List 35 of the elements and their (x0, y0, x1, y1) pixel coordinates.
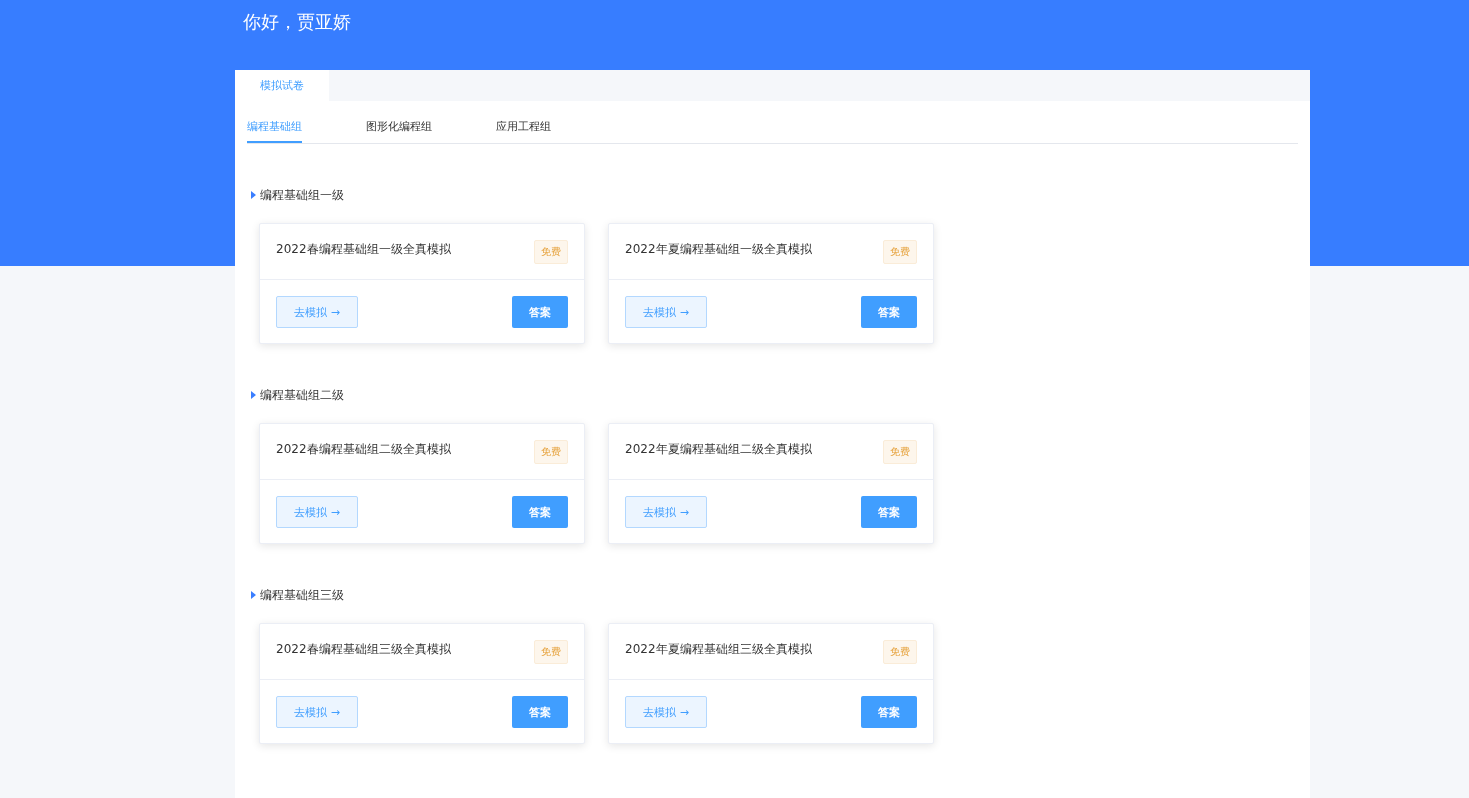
free-badge: 免费 (883, 639, 917, 664)
exam-title: 2022年夏编程基础组三级全真模拟 (625, 641, 812, 658)
start-button[interactable]: 去模拟 → (276, 496, 358, 528)
triangle-icon (251, 591, 256, 599)
free-badge: 免费 (883, 439, 917, 464)
start-button[interactable]: 去模拟 → (276, 296, 358, 328)
triangle-icon (251, 391, 256, 399)
free-badge: 免费 (534, 239, 568, 264)
start-button[interactable]: 去模拟 → (276, 696, 358, 728)
free-badge: 免费 (883, 239, 917, 264)
subtab[interactable]: 图形化编程组 (366, 119, 432, 143)
answer-button[interactable]: 答案 (861, 296, 917, 328)
start-button[interactable]: 去模拟 → (625, 696, 707, 728)
answer-button[interactable]: 答案 (861, 696, 917, 728)
triangle-icon (251, 191, 256, 199)
exam-title: 2022春编程基础组三级全真模拟 (276, 641, 451, 658)
exam-title: 2022春编程基础组一级全真模拟 (276, 241, 451, 258)
subtab[interactable]: 应用工程组 (496, 119, 551, 143)
exam-title: 2022年夏编程基础组二级全真模拟 (625, 441, 812, 458)
answer-button[interactable]: 答案 (512, 696, 568, 728)
exam-title: 2022年夏编程基础组一级全真模拟 (625, 241, 812, 258)
section-title: 编程基础组一级 (260, 186, 344, 204)
answer-button[interactable]: 答案 (861, 496, 917, 528)
free-badge: 免费 (534, 439, 568, 464)
start-button[interactable]: 去模拟 → (625, 496, 707, 528)
section-title: 编程基础组三级 (260, 586, 344, 604)
exam-title: 2022春编程基础组二级全真模拟 (276, 441, 451, 458)
start-button[interactable]: 去模拟 → (625, 296, 707, 328)
subtab[interactable]: 编程基础组 (247, 119, 302, 143)
tab[interactable]: 模拟试卷 (235, 70, 329, 101)
answer-button[interactable]: 答案 (512, 496, 568, 528)
greeting: 你好，贾亚娇 (242, 10, 352, 34)
free-badge: 免费 (534, 639, 568, 664)
section-title: 编程基础组二级 (260, 386, 344, 404)
answer-button[interactable]: 答案 (512, 296, 568, 328)
